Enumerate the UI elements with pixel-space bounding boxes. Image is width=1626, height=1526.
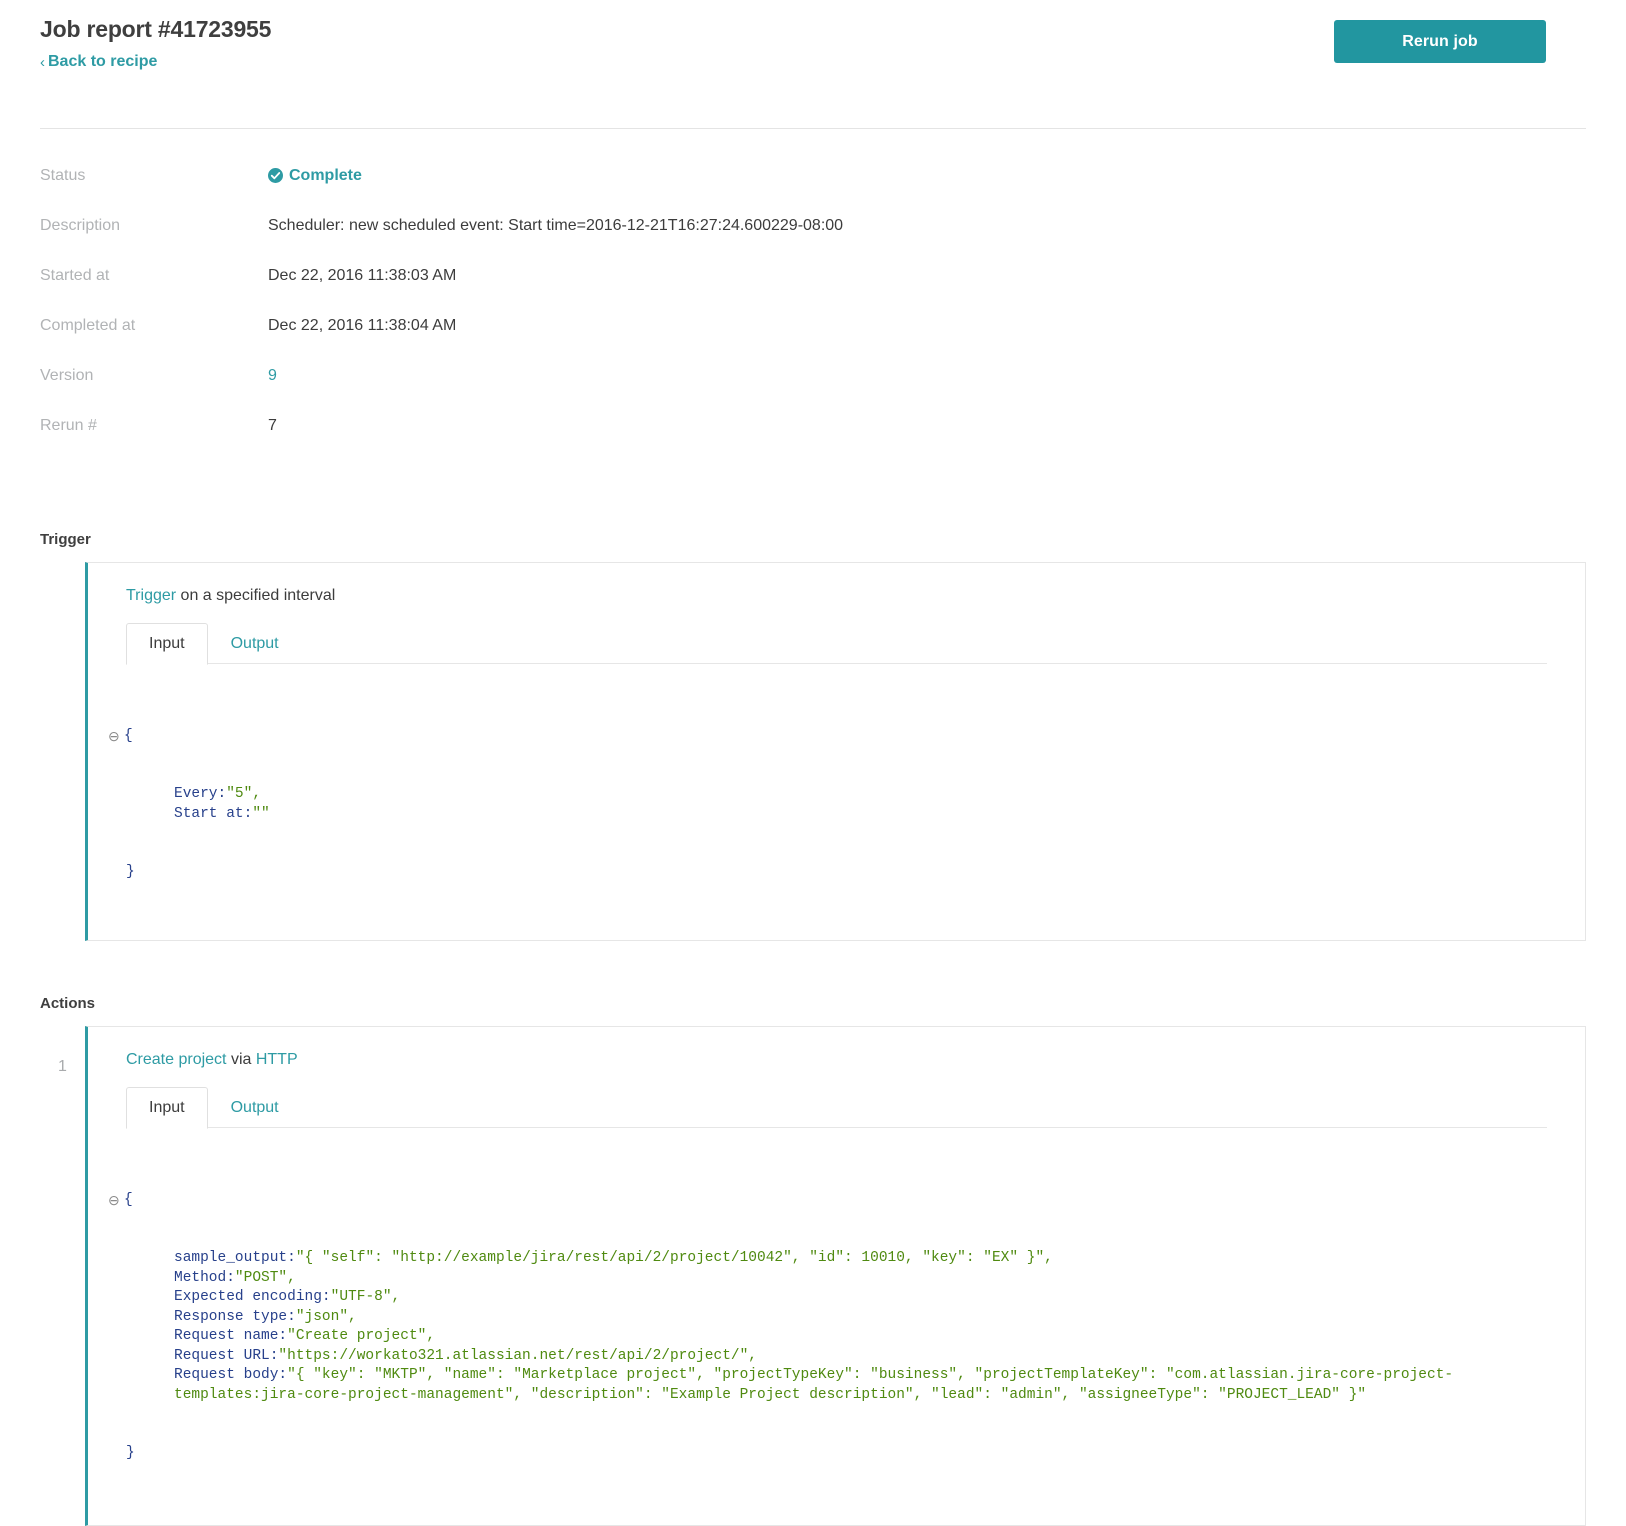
code-value: "https://workato321.atlassian.net/rest/a… [278, 1348, 757, 1364]
code-value: "5", [226, 786, 261, 802]
action-step-number: 1 [40, 1026, 85, 1526]
meta-label: Started at [40, 265, 268, 285]
code-open-row: ⊖{ [126, 1191, 1547, 1211]
trigger-section: Trigger Trigger on a specified interval … [40, 531, 1586, 941]
collapse-minus-icon[interactable]: ⊖ [108, 727, 124, 747]
meta-row-status: Status Complete [40, 165, 1586, 215]
tab-input[interactable]: Input [126, 1087, 208, 1129]
rerun-job-button[interactable]: Rerun job [1334, 20, 1546, 63]
tab-output[interactable]: Output [208, 623, 302, 664]
code-line: sample_output:"{ "self": "http://example… [174, 1249, 1547, 1269]
code-key: sample_output: [174, 1250, 296, 1266]
trigger-section-heading: Trigger [40, 531, 1586, 548]
code-value: "POST", [235, 1270, 296, 1286]
code-close-brace: } [126, 864, 135, 880]
meta-value: Complete [268, 165, 362, 189]
code-key: Method: [174, 1270, 235, 1286]
trigger-tabs: Input Output [88, 623, 1585, 664]
tab-output[interactable]: Output [208, 1087, 302, 1128]
meta-row-version: Version 9 [40, 365, 1586, 415]
meta-row-rerun-count: Rerun # 7 [40, 415, 1586, 465]
action-card-title: Create project via HTTP [88, 1051, 1585, 1069]
meta-label: Status [40, 165, 268, 185]
code-line: Start at:"" [174, 805, 1547, 825]
action-card: Create project via HTTP Input Output ⊖{ … [85, 1026, 1586, 1526]
action-title-mid: via [227, 1051, 256, 1068]
meta-label: Rerun # [40, 415, 268, 435]
chevron-left-icon: ‹ [40, 55, 45, 70]
code-close-brace: } [126, 1445, 135, 1461]
action-step-1: 1 Create project via HTTP Input Output ⊖… [40, 1026, 1586, 1526]
code-value: "json", [296, 1309, 357, 1325]
status-badge: Complete [268, 167, 362, 185]
actions-section: Actions 1 Create project via HTTP Input … [40, 995, 1586, 1526]
code-open-brace: { [124, 1191, 133, 1211]
collapse-minus-icon[interactable]: ⊖ [108, 1191, 124, 1211]
meta-label: Completed at [40, 315, 268, 335]
job-report-page: Job report #41723955 ‹ Back to recipe Re… [0, 0, 1626, 1526]
code-key: Request name: [174, 1328, 287, 1344]
code-value: "UTF-8", [331, 1289, 401, 1305]
job-meta-list: Status Complete Description Scheduler: n… [40, 165, 1586, 465]
trigger-title-rest: on a specified interval [176, 587, 335, 604]
trigger-input-code: ⊖{ Every:"5",Start at:"" } [88, 664, 1585, 940]
code-key: Every: [174, 786, 226, 802]
meta-value: 7 [268, 415, 277, 435]
code-line: Response type:"json", [174, 1308, 1547, 1328]
code-key: Expected encoding: [174, 1289, 331, 1305]
code-close-row: } [126, 1444, 1547, 1464]
meta-row-description: Description Scheduler: new scheduled eve… [40, 215, 1586, 265]
meta-row-started-at: Started at Dec 22, 2016 11:38:03 AM [40, 265, 1586, 315]
code-line: Request name:"Create project", [174, 1327, 1547, 1347]
code-key: Start at: [174, 806, 252, 822]
check-circle-icon [268, 168, 283, 183]
code-value: "{ "self": "http://example/jira/rest/api… [296, 1250, 1053, 1266]
action-input-code: ⊖{ sample_output:"{ "self": "http://exam… [88, 1128, 1585, 1525]
code-line: Every:"5", [174, 785, 1547, 805]
action-name-link[interactable]: Create project [126, 1051, 227, 1068]
code-value: "" [252, 806, 269, 822]
code-key: Response type: [174, 1309, 296, 1325]
code-line: Expected encoding:"UTF-8", [174, 1288, 1547, 1308]
code-line: Method:"POST", [174, 1269, 1547, 1289]
back-to-recipe-label: Back to recipe [48, 53, 157, 71]
code-body: sample_output:"{ "self": "http://example… [126, 1249, 1547, 1405]
meta-row-completed-at: Completed at Dec 22, 2016 11:38:04 AM [40, 315, 1586, 365]
action-tabs: Input Output [88, 1087, 1585, 1128]
code-body: Every:"5",Start at:"" [126, 785, 1547, 824]
code-open-brace: { [124, 727, 133, 747]
actions-section-heading: Actions [40, 995, 1586, 1012]
tab-input[interactable]: Input [126, 623, 208, 665]
meta-label: Description [40, 215, 268, 235]
code-close-row: } [126, 863, 1547, 883]
code-value: "Create project", [287, 1328, 435, 1344]
version-link[interactable]: 9 [268, 365, 277, 385]
trigger-card-title: Trigger on a specified interval [88, 587, 1585, 605]
code-open-row: ⊖{ [126, 727, 1547, 747]
action-app-link[interactable]: HTTP [256, 1051, 298, 1068]
code-line: Request URL:"https://workato321.atlassia… [174, 1347, 1547, 1367]
meta-value: Dec 22, 2016 11:38:04 AM [268, 315, 456, 335]
code-key: Request body: [174, 1367, 287, 1383]
trigger-step: Trigger on a specified interval Input Ou… [40, 562, 1586, 941]
step-gutter [40, 562, 85, 941]
meta-value: Scheduler: new scheduled event: Start ti… [268, 215, 843, 235]
trigger-link[interactable]: Trigger [126, 587, 176, 604]
status-label: Complete [289, 167, 362, 185]
meta-value: Dec 22, 2016 11:38:03 AM [268, 265, 456, 285]
code-line: Request body:"{ "key": "MKTP", "name": "… [174, 1366, 1547, 1405]
back-to-recipe-link[interactable]: ‹ Back to recipe [40, 53, 157, 71]
meta-label: Version [40, 365, 268, 385]
code-key: Request URL: [174, 1348, 278, 1364]
code-value: "{ "key": "MKTP", "name": "Marketplace p… [174, 1367, 1453, 1403]
trigger-card: Trigger on a specified interval Input Ou… [85, 562, 1586, 941]
header-divider [40, 128, 1586, 129]
page-header: Job report #41723955 ‹ Back to recipe Re… [40, 0, 1586, 72]
